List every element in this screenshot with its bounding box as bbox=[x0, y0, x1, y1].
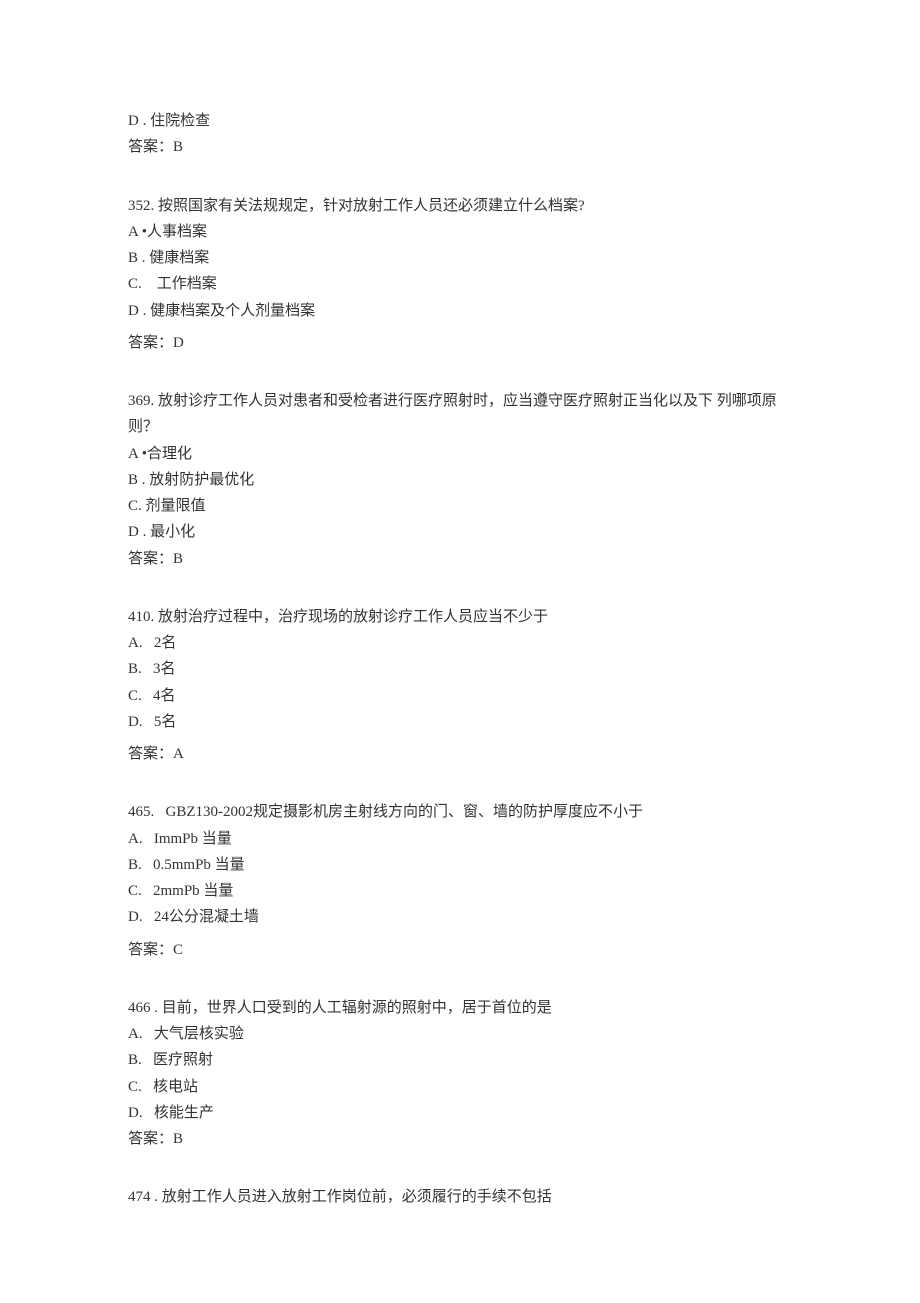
option-line: D. 5名 bbox=[128, 709, 792, 735]
question-stem: 474 . 放射工作人员进入放射工作岗位前，必须履行的手续不包括 bbox=[128, 1184, 792, 1210]
option-line: D . 健康档案及个人剂量档案 bbox=[128, 298, 792, 324]
option-line: A •人事档案 bbox=[128, 219, 792, 245]
question-block: 352. 按照国家有关法规规定，针对放射工作人员还必须建立什么档案?A •人事档… bbox=[128, 193, 792, 357]
answer-line: 答案：B bbox=[128, 546, 792, 572]
option-line: A. 大气层核实验 bbox=[128, 1021, 792, 1047]
intro-fragment: D . 住院检查 答案：B bbox=[128, 108, 792, 161]
question-block: 465. GBZ130-2002规定摄影机房主射线方向的门、窗、墙的防护厚度应不… bbox=[128, 799, 792, 963]
option-line: C. 工作档案 bbox=[128, 271, 792, 297]
option-line: B. 医疗照射 bbox=[128, 1047, 792, 1073]
questions-container: 352. 按照国家有关法规规定，针对放射工作人员还必须建立什么档案?A •人事档… bbox=[128, 193, 792, 1211]
option-d: D . 住院检查 bbox=[128, 108, 792, 134]
option-line: C. 2mmPb 当量 bbox=[128, 878, 792, 904]
question-stem: 466 . 目前，世界人口受到的人工辐射源的照射中，居于首位的是 bbox=[128, 995, 792, 1021]
document-page: D . 住院检查 答案：B 352. 按照国家有关法规规定，针对放射工作人员还必… bbox=[0, 0, 920, 1303]
option-line: D. 24公分混凝土墙 bbox=[128, 904, 792, 930]
answer-line: 答案：D bbox=[128, 330, 792, 356]
question-block: 410. 放射治疗过程中，治疗现场的放射诊疗工作人员应当不少于A. 2名B. 3… bbox=[128, 604, 792, 768]
option-line: C. 核电站 bbox=[128, 1074, 792, 1100]
option-line: A. 2名 bbox=[128, 630, 792, 656]
question-block: 466 . 目前，世界人口受到的人工辐射源的照射中，居于首位的是A. 大气层核实… bbox=[128, 995, 792, 1153]
option-line: D. 核能生产 bbox=[128, 1100, 792, 1126]
option-line: D . 最小化 bbox=[128, 519, 792, 545]
option-line: C. 4名 bbox=[128, 683, 792, 709]
question-stem: 369. 放射诊疗工作人员对患者和受检者进行医疗照射时，应当遵守医疗照射正当化以… bbox=[128, 388, 792, 441]
option-line: B . 健康档案 bbox=[128, 245, 792, 271]
option-line: A •合理化 bbox=[128, 441, 792, 467]
option-line: A. ImmPb 当量 bbox=[128, 826, 792, 852]
option-line: B. 3名 bbox=[128, 656, 792, 682]
option-line: B. 0.5mmPb 当量 bbox=[128, 852, 792, 878]
answer-line: 答案：C bbox=[128, 937, 792, 963]
question-stem: 410. 放射治疗过程中，治疗现场的放射诊疗工作人员应当不少于 bbox=[128, 604, 792, 630]
answer-line: 答案：A bbox=[128, 741, 792, 767]
option-line: C. 剂量限值 bbox=[128, 493, 792, 519]
option-line: B . 放射防护最优化 bbox=[128, 467, 792, 493]
question-stem: 352. 按照国家有关法规规定，针对放射工作人员还必须建立什么档案? bbox=[128, 193, 792, 219]
answer-line: 答案：B bbox=[128, 134, 792, 160]
question-stem: 465. GBZ130-2002规定摄影机房主射线方向的门、窗、墙的防护厚度应不… bbox=[128, 799, 792, 825]
answer-line: 答案：B bbox=[128, 1126, 792, 1152]
question-block: 474 . 放射工作人员进入放射工作岗位前，必须履行的手续不包括 bbox=[128, 1184, 792, 1210]
question-block: 369. 放射诊疗工作人员对患者和受检者进行医疗照射时，应当遵守医疗照射正当化以… bbox=[128, 388, 792, 572]
